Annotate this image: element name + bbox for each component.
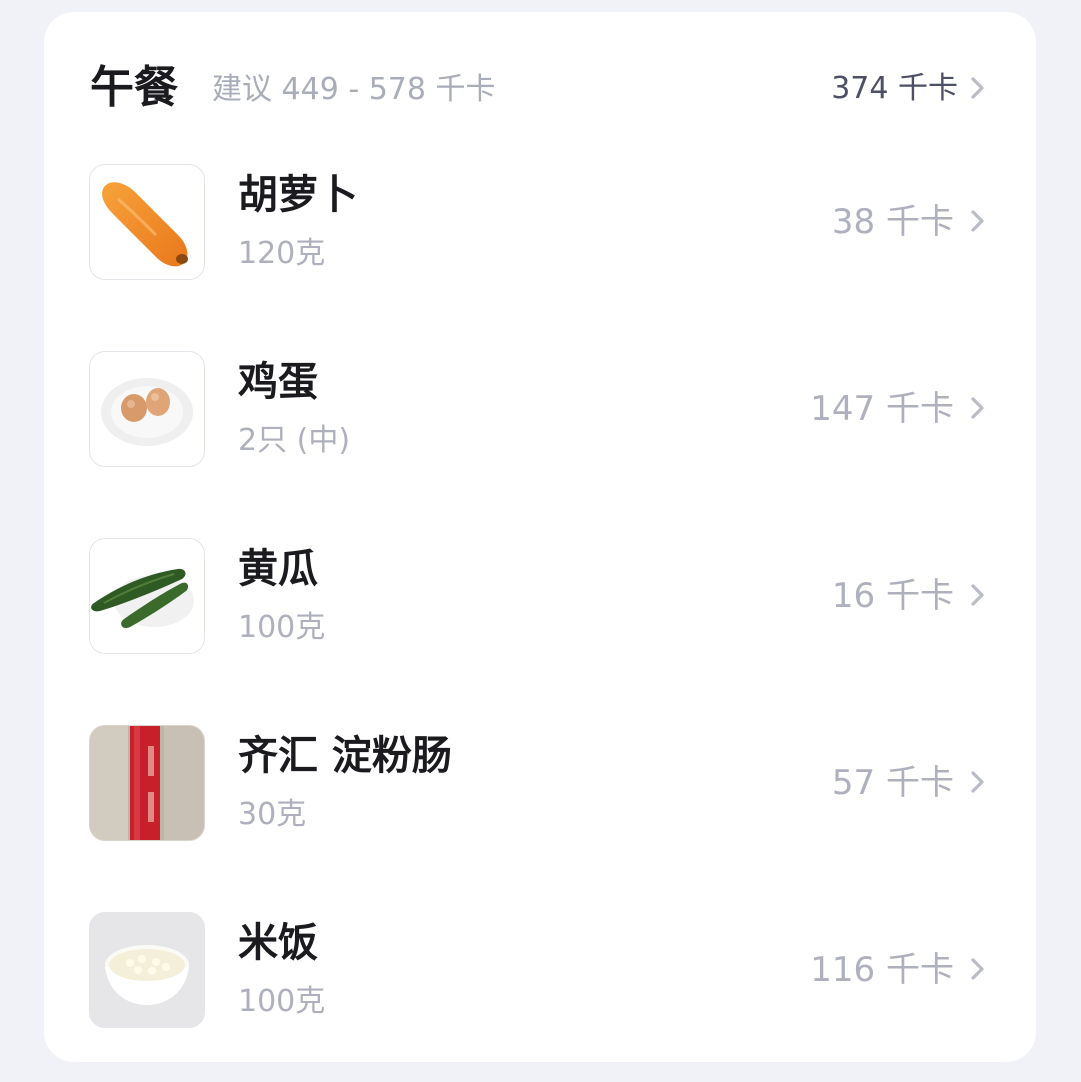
chevron-right-icon[interactable] xyxy=(964,75,990,101)
food-name: 鸡蛋 xyxy=(238,359,318,405)
meal-suggested-range: 建议 449 - 578 千卡 xyxy=(212,72,496,107)
meal-total-kcal: 374 千卡 xyxy=(831,71,958,106)
food-item-rice[interactable]: 米饭 100克 116 千卡 xyxy=(44,912,1036,1082)
food-kcal: 38 千卡 xyxy=(831,202,954,242)
food-kcal: 16 千卡 xyxy=(831,576,954,616)
food-quantity: 120克 xyxy=(238,236,326,271)
cucumber-image xyxy=(89,538,205,654)
food-name: 黄瓜 xyxy=(238,546,318,592)
food-item-carrot[interactable]: 胡萝卜 120克 38 千卡 xyxy=(44,164,1036,334)
food-name: 齐汇 淀粉肠 xyxy=(238,733,452,779)
food-quantity: 100克 xyxy=(238,984,326,1019)
rice-bowl-image xyxy=(89,912,205,1028)
chevron-right-icon[interactable] xyxy=(964,769,990,795)
chevron-right-icon[interactable] xyxy=(964,956,990,982)
food-name: 胡萝卜 xyxy=(238,172,358,218)
meal-title: 午餐 xyxy=(90,62,178,113)
food-quantity: 30克 xyxy=(238,797,307,832)
food-item-starch-sausage[interactable]: 齐汇 淀粉肠 30克 57 千卡 xyxy=(44,725,1036,895)
chevron-right-icon[interactable] xyxy=(964,208,990,234)
chevron-right-icon[interactable] xyxy=(964,582,990,608)
food-quantity: 100克 xyxy=(238,610,326,645)
food-kcal: 147 千卡 xyxy=(810,389,954,429)
eggs-on-plate-image xyxy=(89,351,205,467)
food-item-eggs[interactable]: 鸡蛋 2只 (中) 147 千卡 xyxy=(44,351,1036,521)
food-item-cucumber[interactable]: 黄瓜 100克 16 千卡 xyxy=(44,538,1036,708)
lunch-card: 午餐 建议 449 - 578 千卡 374 千卡 胡萝卜 120克 38 千卡… xyxy=(44,12,1036,1062)
food-name: 米饭 xyxy=(238,920,318,966)
meal-header[interactable]: 午餐 建议 449 - 578 千卡 374 千卡 xyxy=(44,12,1036,162)
chevron-right-icon[interactable] xyxy=(964,395,990,421)
food-kcal: 116 千卡 xyxy=(810,950,954,990)
food-quantity: 2只 (中) xyxy=(238,423,351,458)
carrot-image xyxy=(89,164,205,280)
food-kcal: 57 千卡 xyxy=(831,763,954,803)
starch-sausage-image xyxy=(89,725,205,841)
